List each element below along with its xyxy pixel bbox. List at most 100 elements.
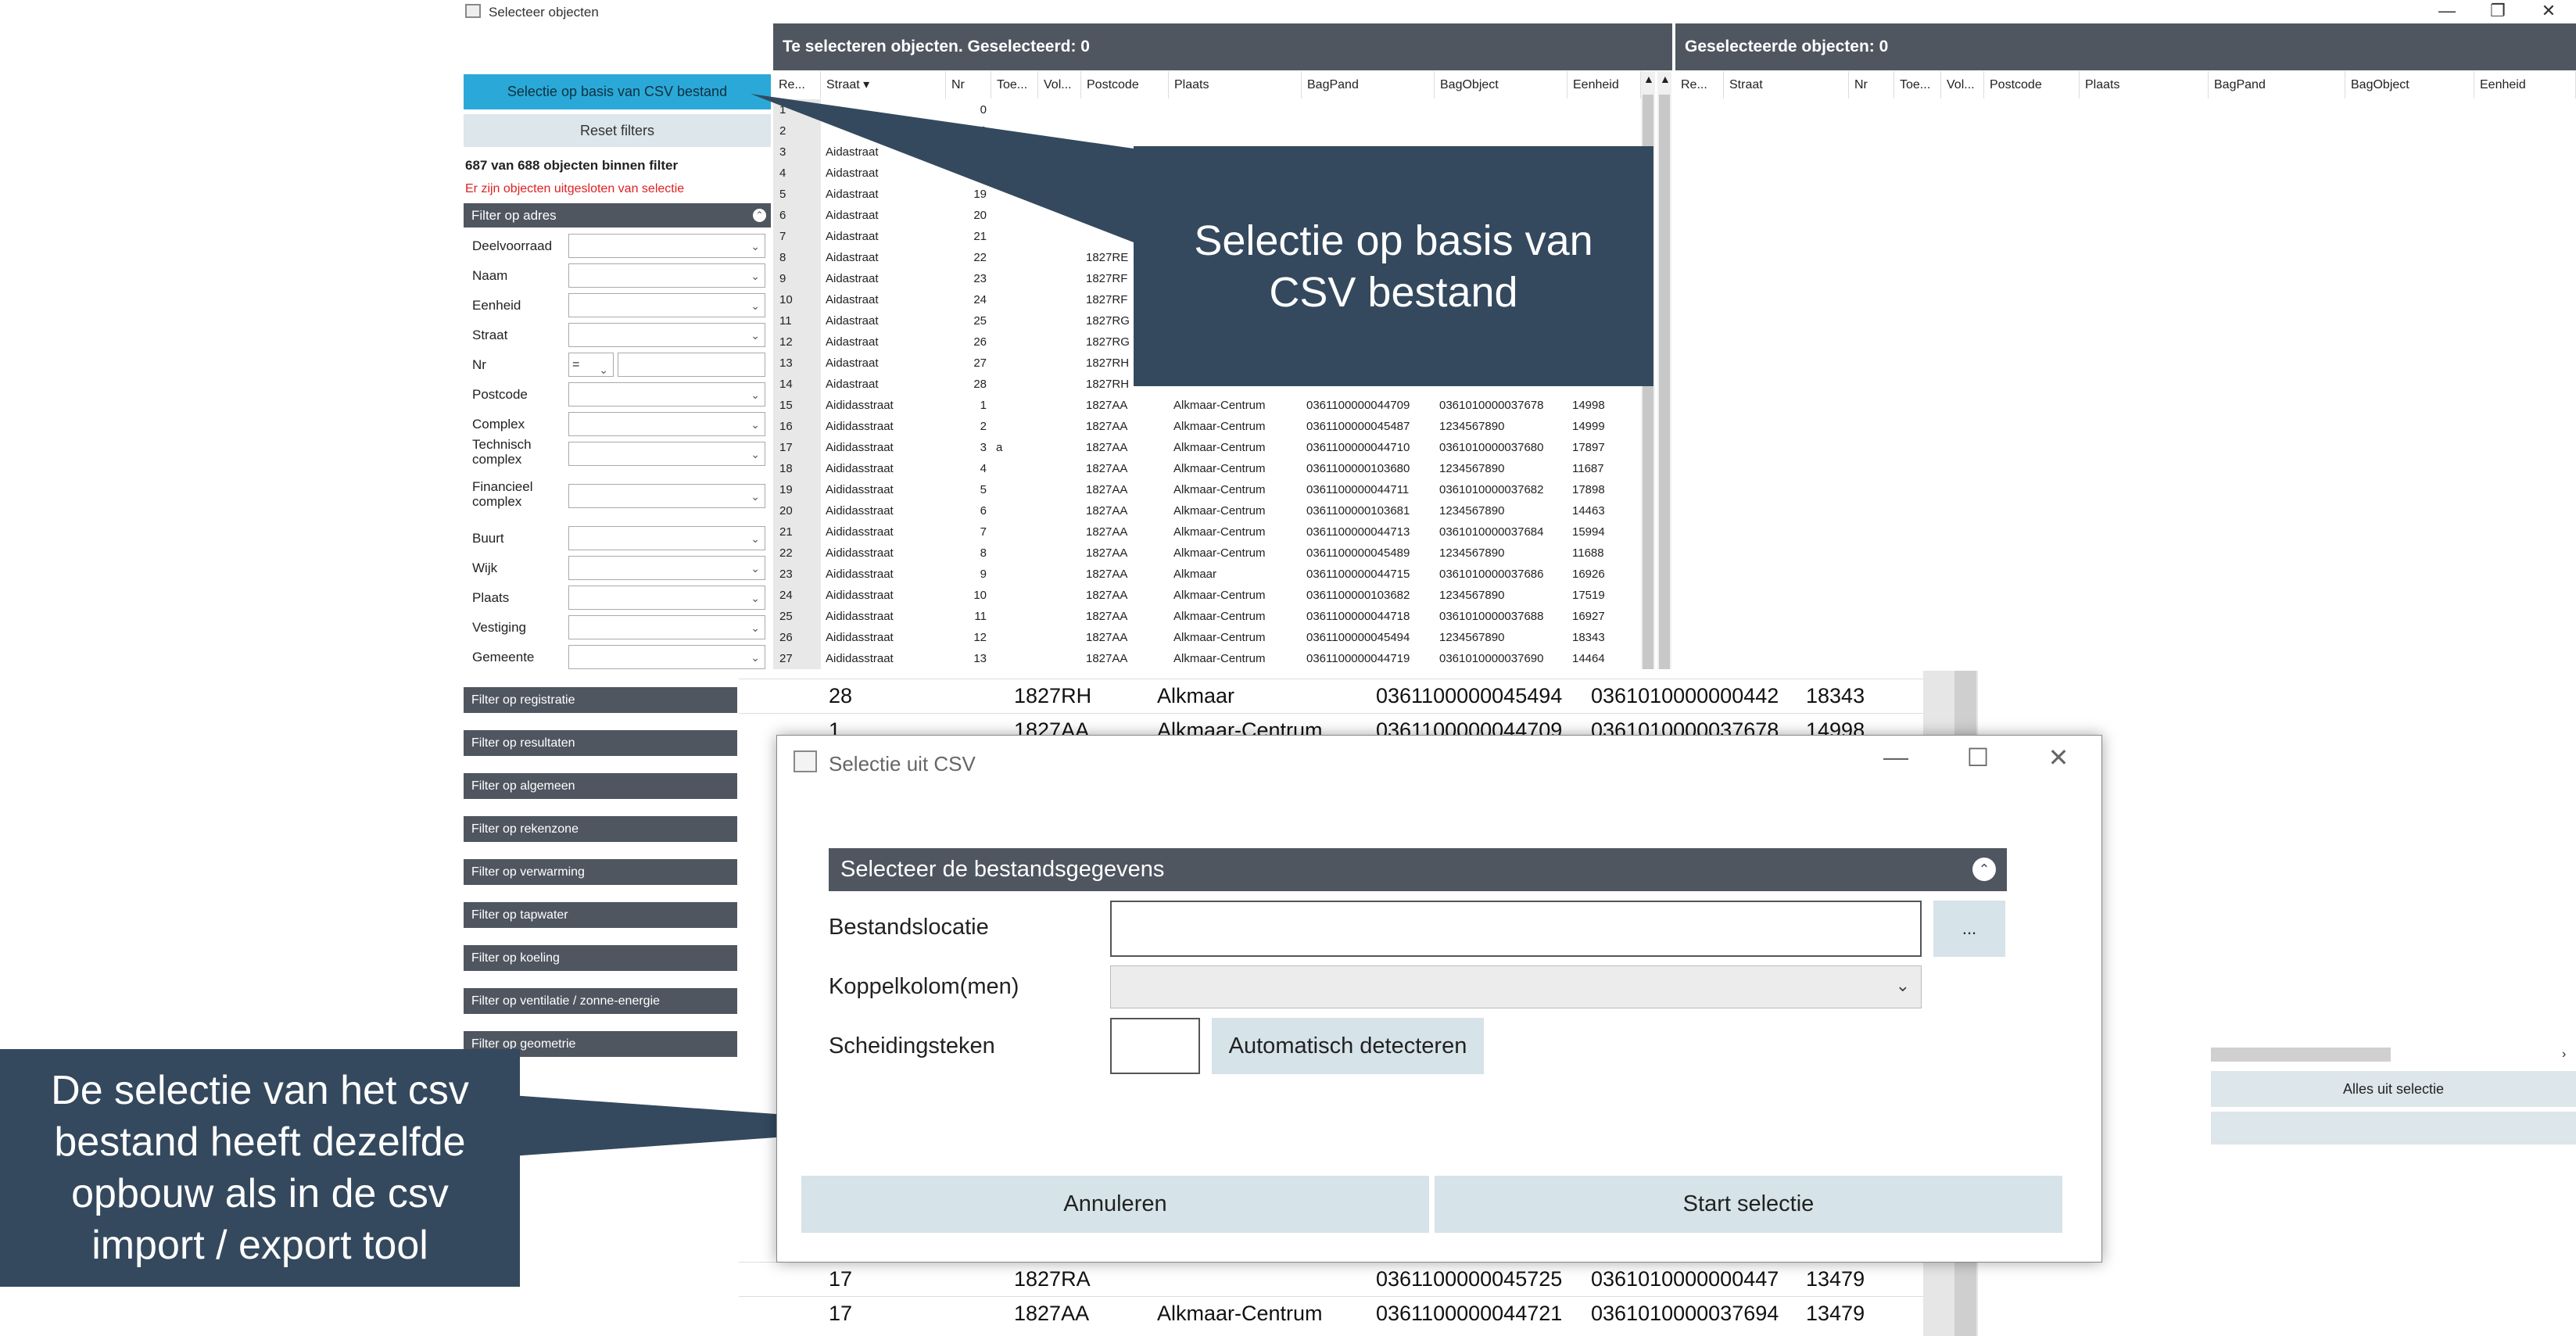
filter-select[interactable]: ⌄ — [568, 484, 765, 508]
dialog-title: Selectie uit CSV — [829, 752, 976, 775]
collapsed-filter-header[interactable]: Filter op ventilatie / zonne-energie — [464, 988, 737, 1014]
zoomed-cell: 0361010000037694 — [1591, 1302, 1779, 1325]
file-section-header[interactable]: Selecteer de bestandsgegevens ⌃ — [829, 848, 2007, 891]
column-header[interactable]: Straat — [1724, 71, 1849, 98]
column-header[interactable]: BagPand — [2209, 71, 2345, 98]
filter-select[interactable]: ⌄ — [568, 442, 765, 466]
restore-button[interactable]: ❐ — [2474, 0, 2521, 23]
file-location-input[interactable] — [1110, 901, 1922, 957]
collapsed-filter-header[interactable]: Filter op rekenzone — [464, 816, 737, 842]
table-cell — [996, 331, 1038, 353]
dialog-maximize-button[interactable]: ☐ — [1954, 743, 2001, 772]
separator-input[interactable] — [1110, 1018, 1200, 1074]
column-header[interactable]: BagObject — [1435, 71, 1567, 98]
column-header[interactable]: Eenheid — [1567, 71, 1641, 98]
collapsed-filter-header[interactable]: Filter op verwarming — [464, 859, 737, 885]
cancel-button[interactable]: Annuleren — [801, 1176, 1429, 1233]
table-cell: 9 — [980, 568, 987, 581]
table-cell: 1234567890 — [1439, 546, 1505, 560]
filter-select[interactable]: ⌄ — [568, 645, 765, 669]
table-cell: 8 — [980, 546, 987, 560]
table-cell: 26 — [773, 627, 821, 648]
available-grid-scrollbar-2[interactable]: ▲ — [1657, 71, 1671, 669]
start-selection-button[interactable]: Start selectie — [1435, 1176, 2062, 1233]
table-cell — [996, 627, 1038, 648]
table-cell: 14463 — [1572, 504, 1605, 518]
table-cell: Alkmaar-Centrum — [1173, 546, 1266, 560]
table-cell: Alkmaar-Centrum — [1173, 441, 1266, 454]
chevron-down-icon: ⌄ — [751, 621, 760, 634]
available-objects-header: Te selecteren objecten. Geselecteerd: 0 — [773, 23, 1672, 70]
address-filter-header[interactable]: Filter op adres ⌃ — [464, 203, 771, 227]
zoomed-cell: 1827AA — [1014, 1302, 1090, 1325]
zoomed-cell: 1827RA — [1014, 1267, 1091, 1291]
filter-label: Postcode — [472, 387, 528, 402]
filter-select[interactable]: ⌄ — [568, 412, 765, 436]
table-cell: 28 — [973, 378, 987, 391]
filter-select[interactable]: ⌄ — [568, 615, 765, 639]
table-cell: 1234567890 — [1439, 631, 1505, 644]
nr-input[interactable] — [618, 353, 765, 377]
table-cell: Aididasstraat — [826, 546, 894, 560]
column-header[interactable]: BagPand — [1302, 71, 1435, 98]
table-cell: 0361100000044711 — [1306, 483, 1410, 496]
table-cell: Aididasstraat — [826, 589, 894, 602]
reset-filters-button[interactable]: Reset filters — [464, 114, 771, 147]
remove-all-button[interactable]: Alles uit selectie — [2211, 1071, 2576, 1107]
zoomed-cell: 0361100000045725 — [1376, 1267, 1563, 1291]
scroll-right-icon[interactable]: › — [2562, 1048, 2566, 1062]
address-filter-title: Filter op adres — [471, 208, 557, 223]
collapsed-filter-header[interactable]: Filter op algemeen — [464, 773, 737, 799]
table-cell: 3 — [980, 441, 987, 454]
nr-operator-select[interactable]: = ⌄ — [568, 353, 614, 377]
table-cell: 0361010000037684 — [1439, 525, 1544, 539]
minimize-button[interactable]: — — [2424, 0, 2470, 23]
column-header[interactable]: Eenheid — [2474, 71, 2576, 98]
filter-select[interactable]: ⌄ — [568, 586, 765, 610]
dialog-close-button[interactable]: ✕ — [2035, 743, 2082, 772]
column-header[interactable]: Plaats — [2080, 71, 2209, 98]
filter-select[interactable]: ⌄ — [568, 382, 765, 407]
section-collapse-icon[interactable]: ⌃ — [1972, 858, 1996, 881]
column-header[interactable]: Vol... — [1941, 71, 1984, 98]
table-cell: Alkmaar — [1173, 568, 1217, 581]
table-cell — [996, 564, 1038, 585]
column-header[interactable]: Re... — [1675, 71, 1724, 98]
filter-select[interactable]: ⌄ — [568, 263, 765, 288]
selected-grid-hscroll[interactable] — [2211, 1048, 2391, 1062]
csv-selection-button[interactable]: Selectie op basis van CSV bestand — [464, 74, 771, 109]
table-cell: 10 — [973, 589, 987, 602]
zoomed-cell: 17 — [829, 1267, 853, 1291]
column-header[interactable]: Postcode — [1984, 71, 2080, 98]
column-header[interactable]: Toe... — [1894, 71, 1941, 98]
chevron-down-icon: ⌄ — [751, 490, 760, 503]
close-button[interactable]: ✕ — [2525, 0, 2572, 23]
table-cell — [1043, 353, 1081, 374]
table-cell: 1827AA — [1086, 399, 1128, 412]
table-cell — [996, 543, 1038, 564]
column-header[interactable]: BagObject — [2345, 71, 2474, 98]
column-header[interactable]: Plaats — [1169, 71, 1302, 98]
table-cell: 11687 — [1572, 462, 1604, 475]
collapsed-filter-header[interactable]: Filter op resultaten — [464, 730, 737, 756]
collapsed-filter-header[interactable]: Filter op registratie — [464, 687, 737, 713]
table-cell: 0361100000044719 — [1306, 652, 1410, 665]
table-cell: 0361010000037680 — [1439, 441, 1544, 454]
filter-select[interactable]: ⌄ — [568, 556, 765, 580]
collapsed-filter-header[interactable]: Filter op tapwater — [464, 902, 737, 928]
table-cell: 1827AA — [1086, 631, 1128, 644]
collapsed-filter-header[interactable]: Filter op koeling — [464, 945, 737, 971]
auto-detect-button[interactable]: Automatisch detecteren — [1212, 1018, 1484, 1074]
dialog-minimize-button[interactable]: — — [1872, 743, 1919, 772]
filter-select[interactable]: ⌄ — [568, 234, 765, 258]
filter-select[interactable]: ⌄ — [568, 526, 765, 550]
browse-button[interactable]: ... — [1933, 901, 2005, 957]
table-cell: 4 — [980, 462, 987, 475]
key-columns-dropdown[interactable]: ⌄ — [1110, 965, 1922, 1008]
filter-select[interactable]: ⌄ — [568, 323, 765, 347]
filter-select[interactable]: ⌄ — [568, 293, 765, 317]
table-cell — [996, 500, 1038, 521]
column-header[interactable]: Nr — [1849, 71, 1894, 98]
table-cell: 23 — [773, 564, 821, 585]
right-action-bar — [2211, 1112, 2576, 1144]
